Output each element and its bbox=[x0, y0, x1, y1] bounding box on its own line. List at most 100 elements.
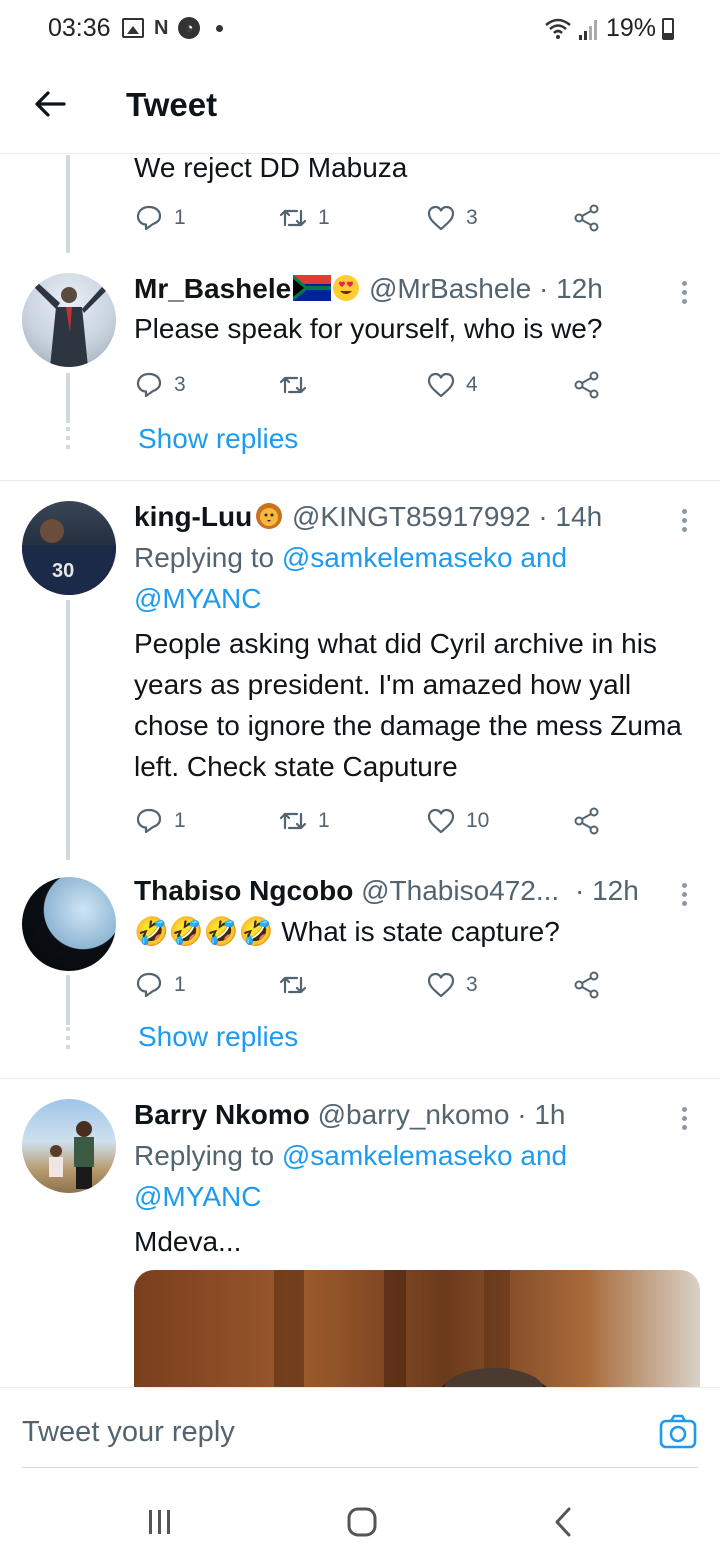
tweet-text: Please speak for yourself, who is we? bbox=[134, 313, 603, 344]
author-handle: @Thabiso472... bbox=[361, 875, 560, 906]
tweet-header: Mr_Bashele @MrBashele · 12h bbox=[134, 273, 603, 305]
battery-percent: 19% bbox=[605, 14, 656, 42]
retweet-count: 1 bbox=[318, 206, 330, 229]
author-name[interactable]: king-Luu bbox=[134, 501, 252, 532]
back-arrow-icon[interactable] bbox=[30, 84, 70, 124]
status-right: 19% bbox=[544, 14, 674, 43]
replying-to: Replying to @samkelemaseko and @MYANC bbox=[134, 1135, 694, 1217]
more-icon[interactable] bbox=[676, 509, 692, 537]
like-count: 10 bbox=[466, 809, 490, 832]
author-name[interactable]: Mr_Bashele bbox=[134, 273, 291, 304]
like-count: 3 bbox=[466, 206, 478, 229]
battery-icon bbox=[662, 17, 674, 40]
reply-input-underline bbox=[22, 1467, 698, 1468]
share-button[interactable] bbox=[572, 804, 602, 838]
retweet-button[interactable] bbox=[278, 968, 308, 1002]
tweet-text-body: What is state capture? bbox=[281, 916, 560, 947]
like-count: 4 bbox=[466, 373, 478, 396]
reply-input[interactable]: Tweet your reply bbox=[22, 1416, 235, 1449]
retweet-icon bbox=[279, 812, 307, 830]
share-icon bbox=[574, 971, 599, 999]
reply-icon bbox=[136, 808, 162, 834]
retweet-icon bbox=[279, 376, 307, 394]
more-icon[interactable] bbox=[676, 883, 692, 911]
wifi-icon bbox=[545, 18, 571, 39]
avatar[interactable] bbox=[22, 877, 116, 971]
status-bar: 03:36 N ◔ 19% bbox=[0, 0, 720, 60]
retweet-button[interactable]: 1 bbox=[278, 804, 330, 838]
tweet-text: 🤣🤣🤣🤣 What is state capture? bbox=[134, 911, 694, 952]
like-count: 3 bbox=[466, 973, 478, 996]
like-icon bbox=[427, 808, 455, 834]
n-app-icon: N bbox=[154, 17, 169, 39]
avatar-image bbox=[34, 283, 106, 367]
tweet-header: king-Luu @KINGT85917992 · 14h bbox=[134, 501, 602, 533]
more-icon[interactable] bbox=[676, 281, 692, 309]
reply-button[interactable]: 1 bbox=[134, 201, 186, 235]
collapsed-thread-dots bbox=[66, 427, 70, 454]
camera-icon[interactable] bbox=[658, 1412, 698, 1452]
handle-and-time: @MrBashele · 12h bbox=[368, 273, 603, 304]
tweet-media-image[interactable] bbox=[134, 1270, 700, 1387]
mention-link[interactable]: @MYANC bbox=[134, 1181, 261, 1212]
retweet-count: 1 bbox=[318, 809, 330, 832]
tweet-text: We reject DD Mabuza bbox=[134, 155, 408, 183]
avatar[interactable] bbox=[22, 273, 116, 367]
reply-icon bbox=[136, 205, 162, 231]
thread-line bbox=[66, 600, 70, 860]
mention-link[interactable]: @samkelemaseko and bbox=[282, 1140, 567, 1171]
media-photo bbox=[134, 1270, 700, 1387]
avatar[interactable] bbox=[22, 1099, 116, 1193]
tweet-header: Barry Nkomo @barry_nkomo · 1h bbox=[134, 1099, 565, 1131]
reply-icon bbox=[136, 372, 162, 398]
more-icon[interactable] bbox=[676, 1107, 692, 1135]
recent-apps-icon[interactable] bbox=[140, 1504, 180, 1540]
avatar[interactable]: 30 bbox=[22, 501, 116, 595]
share-button[interactable] bbox=[572, 368, 602, 402]
more-notifications-icon bbox=[216, 24, 224, 32]
tweet-actions: 3 4 bbox=[134, 368, 614, 402]
reply-count: 1 bbox=[174, 809, 186, 832]
home-icon[interactable] bbox=[342, 1504, 382, 1540]
tweet-actions: 1 3 bbox=[134, 968, 614, 1002]
system-nav-bar bbox=[0, 1482, 720, 1560]
like-button[interactable]: 4 bbox=[426, 368, 478, 402]
status-time: 03:36 bbox=[48, 14, 111, 42]
tweet-text: Mdeva... bbox=[134, 1226, 242, 1257]
retweet-button[interactable]: 1 bbox=[278, 201, 330, 235]
page-title: Tweet bbox=[126, 86, 218, 123]
like-button[interactable]: 3 bbox=[426, 201, 478, 235]
share-button[interactable] bbox=[572, 201, 602, 235]
mention-link[interactable]: @MYANC bbox=[134, 583, 261, 614]
like-button[interactable]: 10 bbox=[426, 804, 489, 838]
tweet-actions: 1 1 3 bbox=[134, 201, 614, 235]
mention-link[interactable]: @samkelemaseko and bbox=[282, 542, 567, 573]
show-replies-link[interactable]: Show replies bbox=[138, 1021, 298, 1053]
divider bbox=[0, 480, 720, 481]
tweet-actions: 1 1 10 bbox=[134, 804, 614, 838]
heart-eyes-emoji-icon bbox=[333, 275, 360, 301]
like-icon bbox=[427, 372, 455, 398]
avatar-image bbox=[49, 1121, 94, 1189]
show-replies-link[interactable]: Show replies bbox=[138, 423, 298, 455]
like-icon bbox=[427, 972, 455, 998]
thread-line bbox=[66, 155, 70, 253]
divider bbox=[0, 1078, 720, 1079]
handle-and-time: @barry_nkomo · 1h bbox=[317, 1099, 566, 1130]
retweet-button[interactable] bbox=[278, 368, 308, 402]
rofl-emojis: 🤣🤣🤣🤣 bbox=[134, 916, 274, 947]
reply-button[interactable]: 1 bbox=[134, 968, 186, 1002]
tweet-text: People asking what did Cyril archive in … bbox=[134, 628, 682, 782]
lion-emoji-icon bbox=[256, 503, 283, 529]
share-button[interactable] bbox=[572, 968, 602, 1002]
svg-text:30: 30 bbox=[52, 560, 74, 582]
like-button[interactable]: 3 bbox=[426, 968, 478, 1002]
tweet-header: Thabiso Ngcobo @Thabiso472... · 12h bbox=[134, 875, 639, 907]
chrome-icon: ◔ bbox=[178, 17, 201, 39]
reply-button[interactable]: 3 bbox=[134, 368, 186, 402]
author-name[interactable]: Barry Nkomo bbox=[134, 1099, 310, 1130]
reply-button[interactable]: 1 bbox=[134, 804, 186, 838]
back-nav-icon[interactable] bbox=[544, 1504, 584, 1540]
signal-icon bbox=[578, 19, 597, 40]
author-name[interactable]: Thabiso Ngcobo bbox=[134, 875, 353, 906]
